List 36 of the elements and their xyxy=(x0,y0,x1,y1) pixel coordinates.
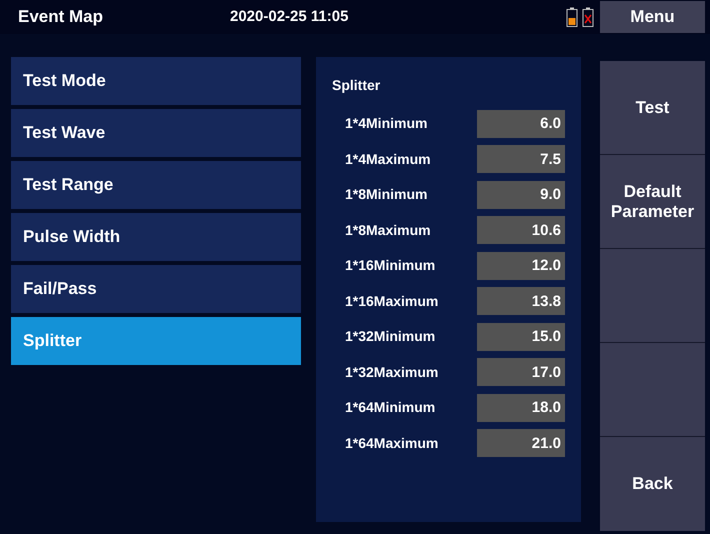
menu-item[interactable]: Test Mode xyxy=(11,57,301,105)
field-label: 1*16Minimum xyxy=(344,256,436,276)
value-field[interactable]: 12.0 xyxy=(477,252,565,280)
menu-item[interactable]: Test Wave xyxy=(11,109,301,157)
battery-icon xyxy=(566,7,578,27)
menu-button[interactable]: Menu xyxy=(600,1,705,33)
field-label: 1*4Minimum xyxy=(344,114,428,134)
value-field[interactable]: 15.0 xyxy=(477,322,565,351)
field-label: 1*64Maximum xyxy=(344,434,440,453)
value-field[interactable]: 7.5 xyxy=(477,145,565,174)
menu-item[interactable]: Fail/Pass xyxy=(11,265,301,313)
menu-item[interactable]: Test Range xyxy=(11,161,301,209)
blank-soft-key[interactable] xyxy=(600,343,705,437)
soft-key[interactable]: Default Parameter xyxy=(600,155,705,249)
field-label: 1*64Minimum xyxy=(344,398,436,418)
value-field[interactable]: 6.0 xyxy=(477,110,565,138)
value-field[interactable]: 9.0 xyxy=(477,180,565,209)
value-field[interactable]: 17.0 xyxy=(477,358,565,386)
date-time: 2020-02-25 11:05 xyxy=(230,6,348,27)
value-field[interactable]: 10.6 xyxy=(477,216,565,244)
value-field[interactable]: 21.0 xyxy=(477,429,565,458)
soft-key[interactable]: Back xyxy=(600,437,705,531)
field-label: 1*8Maximum xyxy=(344,220,432,240)
value-field[interactable]: 18.0 xyxy=(477,394,565,422)
field-label: 1*32Minimum xyxy=(344,327,436,346)
battery-error-icon xyxy=(582,7,594,27)
field-label: 1*4Maximum xyxy=(344,150,432,169)
blank-soft-key[interactable] xyxy=(600,249,705,343)
field-label: 1*16Maximum xyxy=(344,292,440,311)
panel-title: Splitter xyxy=(332,76,382,95)
field-label: 1*8Minimum xyxy=(344,185,428,204)
soft-key[interactable]: Test xyxy=(600,61,705,155)
value-field[interactable]: 13.8 xyxy=(477,287,565,316)
menu-item[interactable]: Pulse Width xyxy=(11,213,301,261)
screen-title: Event Map xyxy=(17,6,104,28)
field-label: 1*32Maximum xyxy=(344,362,440,382)
